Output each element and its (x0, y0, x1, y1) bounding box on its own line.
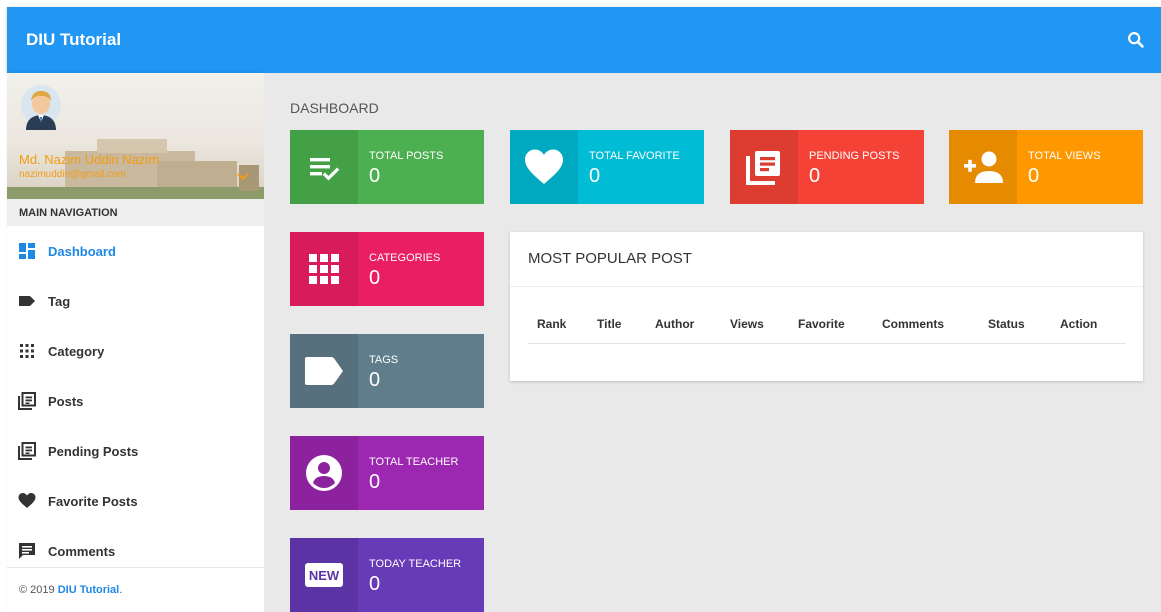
main-menu: Dashboard Tag Category Posts Pending Pos… (7, 226, 264, 576)
page-title: DASHBOARD (290, 100, 379, 116)
user-email: nazimuddin@gmail.com (19, 169, 126, 180)
sidebar-item-label: Favorite Posts (48, 493, 138, 509)
column-header-status[interactable]: Status (988, 317, 1025, 331)
info-box-label: TOTAL POSTS (369, 150, 444, 162)
top-bar: DIU Tutorial (7, 7, 1161, 73)
person-add-icon (949, 130, 1017, 204)
chevron-down-icon[interactable] (236, 169, 250, 181)
library-books-icon (18, 442, 36, 460)
info-box-tags[interactable]: TAGS 0 (290, 334, 484, 408)
info-box-total-favorite[interactable]: TOTAL FAVORITE 0 (510, 130, 704, 204)
footer-period: . (119, 584, 123, 596)
heart-icon (18, 492, 36, 510)
column-header-action[interactable]: Action (1060, 317, 1097, 331)
sidebar: Md. Nazim Uddin Nazim nazimuddin@gmail.c… (7, 73, 264, 612)
new-badge-icon: NEW (290, 538, 358, 612)
popular-posts-card: MOST POPULAR POST Rank Title Author View… (510, 232, 1143, 381)
info-box-total-views[interactable]: TOTAL VIEWS 0 (949, 130, 1143, 204)
library-books-icon (730, 130, 798, 204)
sidebar-item-label: Dashboard (48, 243, 116, 259)
info-box-value: 0 (369, 165, 381, 187)
sidebar-item-label: Pending Posts (48, 443, 139, 459)
info-box-today-teacher[interactable]: NEW TODAY TEACHER 0 (290, 538, 484, 612)
info-box-value: 0 (369, 573, 381, 595)
brand-link[interactable]: DIU Tutorial (26, 30, 121, 50)
popular-posts-title: MOST POPULAR POST (528, 250, 692, 267)
info-box-total-teacher[interactable]: TOTAL TEACHER 0 (290, 436, 484, 510)
heart-icon (510, 130, 578, 204)
sidebar-footer: © 2019 DIU Tutorial. (7, 567, 264, 612)
info-box-value: 0 (589, 165, 601, 187)
info-box-value: 0 (1028, 165, 1040, 187)
info-box-value: 0 (369, 267, 381, 289)
sidebar-item-label: Category (48, 343, 105, 359)
sidebar-item-pending-posts[interactable]: Pending Posts (7, 426, 264, 476)
sidebar-item-label: Posts (48, 393, 84, 409)
nav-header: MAIN NAVIGATION (7, 199, 264, 226)
search-icon[interactable] (1125, 29, 1147, 51)
column-header-rank[interactable]: Rank (537, 317, 566, 331)
library-books-icon (18, 392, 36, 410)
dashboard-icon (18, 242, 36, 260)
info-box-label: TOTAL FAVORITE (589, 150, 680, 162)
info-box-label: CATEGORIES (369, 252, 441, 264)
sidebar-item-dashboard[interactable]: Dashboard (7, 226, 264, 276)
tag-icon (290, 334, 358, 408)
info-box-label: TOTAL TEACHER (369, 456, 459, 468)
grid-icon (18, 342, 36, 360)
column-header-author[interactable]: Author (655, 317, 694, 331)
tag-icon (18, 292, 36, 310)
column-header-favorite[interactable]: Favorite (798, 317, 845, 331)
info-box-categories[interactable]: CATEGORIES 0 (290, 232, 484, 306)
comment-icon (18, 542, 36, 560)
info-box-label: TODAY TEACHER (369, 558, 462, 570)
info-box-label: TAGS (369, 354, 399, 366)
new-badge-text: NEW (309, 568, 340, 583)
info-box-total-posts[interactable]: TOTAL POSTS 0 (290, 130, 484, 204)
table-header-divider (528, 343, 1126, 344)
playlist-check-icon (290, 130, 358, 204)
grid-icon (290, 232, 358, 306)
info-box-pending-posts[interactable]: PENDING POSTS 0 (730, 130, 924, 204)
copyright-year: © 2019 (19, 584, 55, 596)
avatar[interactable] (20, 84, 62, 130)
sidebar-item-category[interactable]: Category (7, 326, 264, 376)
sidebar-item-tag[interactable]: Tag (7, 276, 264, 326)
account-circle-icon (290, 436, 358, 510)
info-box-label: TOTAL VIEWS (1028, 150, 1101, 162)
info-box-value: 0 (369, 369, 381, 391)
main-content: DASHBOARD TOTAL POSTS 0 TOTAL FAVORITE 0… (264, 73, 1161, 612)
info-box-label: PENDING POSTS (809, 150, 900, 162)
column-header-title[interactable]: Title (597, 317, 621, 331)
footer-link[interactable]: DIU Tutorial (58, 584, 120, 596)
divider (510, 286, 1143, 287)
user-name: Md. Nazim Uddin Nazim (19, 152, 160, 167)
sidebar-item-favorite-posts[interactable]: Favorite Posts (7, 476, 264, 526)
info-box-value: 0 (369, 471, 381, 493)
column-header-views[interactable]: Views (730, 317, 764, 331)
sidebar-item-label: Tag (48, 293, 71, 309)
info-box-value: 0 (809, 165, 821, 187)
sidebar-item-label: Comments (48, 543, 116, 559)
user-info-panel: Md. Nazim Uddin Nazim nazimuddin@gmail.c… (7, 73, 264, 199)
sidebar-item-posts[interactable]: Posts (7, 376, 264, 426)
column-header-comments[interactable]: Comments (882, 317, 944, 331)
